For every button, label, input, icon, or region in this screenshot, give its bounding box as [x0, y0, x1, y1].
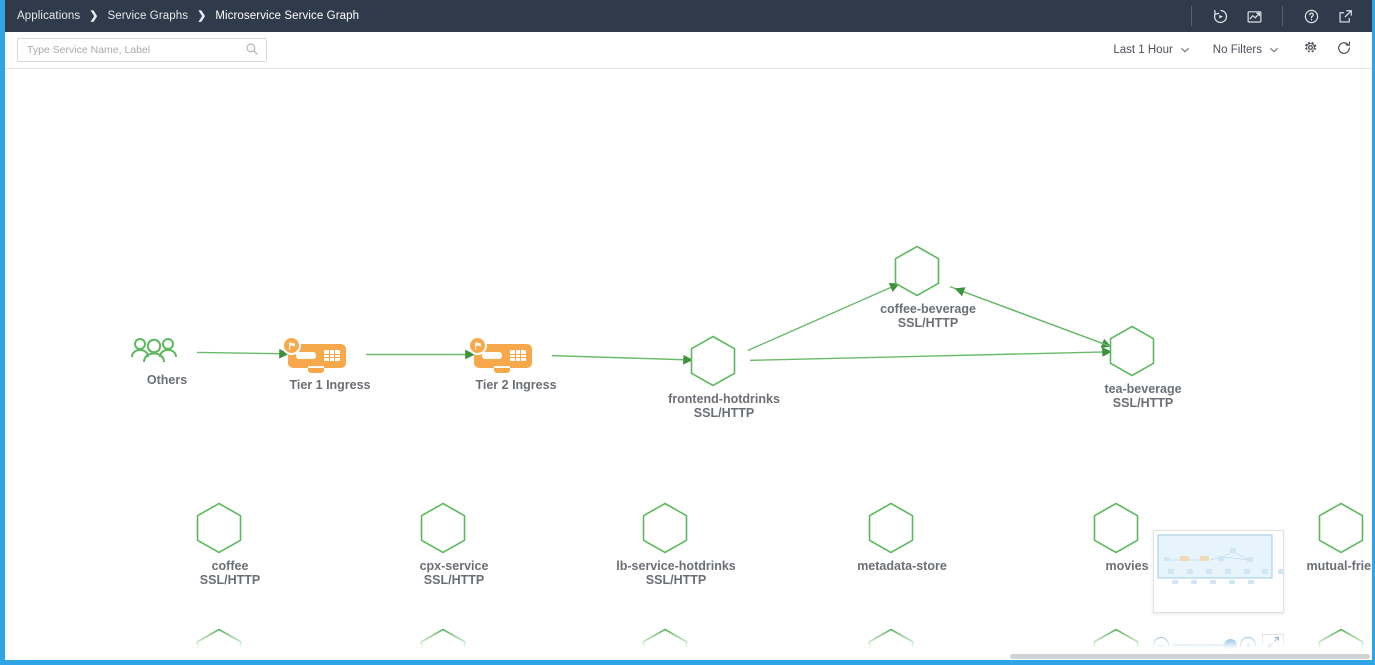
graph-node-label: Others [147, 373, 187, 387]
search-input[interactable] [17, 38, 267, 62]
graph-edge-tea-beverage-to-coffee-beverage [956, 289, 1117, 349]
graph-node-label: tea-beverage [1104, 382, 1181, 396]
hexagon-node-icon [868, 502, 914, 554]
divider [1282, 6, 1283, 26]
top-bar-icon-group [1180, 0, 1362, 32]
time-rewind-icon[interactable] [1210, 6, 1230, 26]
hexagon-node-icon [196, 502, 242, 554]
zoom-out-button[interactable]: − [1153, 637, 1169, 653]
chevron-down-icon [1180, 45, 1189, 54]
filter-toolbar: Last 1 Hour No Filters [5, 32, 1372, 69]
search-icon[interactable] [245, 42, 261, 58]
minimap-preview [1154, 531, 1284, 613]
hexagon-node-icon [894, 245, 940, 297]
breadcrumb-item-microservice-service-graph[interactable]: Microservice Service Graph [215, 10, 359, 22]
hexagon-node-icon [1093, 502, 1139, 554]
ingress-device-icon [282, 336, 346, 370]
graph-edge-frontend-hotdrinks-to-tea-beverage [750, 352, 1111, 361]
toolbar-right-group: Last 1 Hour No Filters [1101, 38, 1358, 62]
graph-node-protocol: SSL/HTTP [646, 573, 706, 587]
graph-node-protocol: SSL/HTTP [424, 573, 484, 587]
service-graph-page: Applications ❯ Service Graphs ❯ Microser… [0, 0, 1375, 665]
breadcrumb-separator-icon: ❯ [80, 11, 107, 22]
open-external-icon[interactable] [1335, 6, 1355, 26]
fit-screen-icon [1267, 636, 1280, 654]
graph-node-label: Tier 1 Ingress [289, 378, 370, 392]
divider [1191, 6, 1192, 26]
graph-node-protocol: SSL/HTTP [898, 316, 958, 330]
hexagon-node-icon [642, 502, 688, 554]
breadcrumb-item-applications[interactable]: Applications [17, 10, 80, 22]
hexagon-node-icon [690, 335, 736, 387]
users-group-icon [128, 336, 180, 368]
zoom-slider-thumb[interactable] [1224, 639, 1237, 652]
graph-node-label: movies [1105, 559, 1148, 573]
ingress-device-icon [282, 336, 346, 373]
graph-node-protocol: SSL/HTTP [1113, 396, 1173, 410]
graph-edge-tier2-ingress-to-frontend-hotdrinks [552, 356, 692, 360]
filters-label: No Filters [1213, 44, 1262, 56]
graph-edge-frontend-hotdrinks-to-coffee-beverage [748, 284, 899, 351]
graph-edge-coffee-beverage-to-tea-beverage [950, 287, 1111, 347]
graph-node-label: mutual-friends- [1307, 559, 1372, 573]
refresh-icon [1336, 40, 1352, 61]
search-field-wrapper [17, 38, 267, 62]
zoom-slider[interactable] [1173, 644, 1236, 647]
settings-button[interactable] [1296, 38, 1324, 62]
hexagon-node-icon [420, 502, 466, 554]
breadcrumb-item-service-graphs[interactable]: Service Graphs [107, 10, 188, 22]
time-range-dropdown[interactable]: Last 1 Hour [1101, 44, 1200, 56]
minimap[interactable] [1153, 530, 1284, 613]
time-range-label: Last 1 Hour [1113, 44, 1172, 56]
graph-node-label: cpx-service [420, 559, 489, 573]
ingress-device-icon [468, 336, 532, 373]
hexagon-node-icon [1109, 325, 1155, 377]
graph-node-label: metadata-store [857, 559, 947, 573]
horizontal-scrollbar-thumb[interactable] [1010, 654, 1370, 659]
graph-node-protocol: SSL/HTTP [694, 406, 754, 420]
filters-dropdown[interactable]: No Filters [1201, 44, 1290, 56]
zoom-in-button[interactable]: + [1240, 637, 1256, 653]
graph-node-label: frontend-hotdrinks [668, 392, 780, 406]
top-navigation-bar: Applications ❯ Service Graphs ❯ Microser… [5, 0, 1372, 32]
chevron-down-icon [1269, 45, 1278, 54]
graph-node-label: Tier 2 Ingress [475, 378, 556, 392]
horizontal-scrollbar[interactable] [5, 653, 1372, 660]
graph-edge-others-to-tier1-ingress [197, 352, 288, 353]
graph-node-label: coffee [212, 559, 249, 573]
hexagon-node-icon [1318, 502, 1364, 554]
breadcrumb-separator-icon: ❯ [188, 11, 215, 22]
gear-icon [1303, 40, 1318, 60]
graph-node-label: lb-service-hotdrinks [616, 559, 735, 573]
refresh-button[interactable] [1330, 38, 1358, 62]
graph-node-label: coffee-beverage [880, 302, 976, 316]
breadcrumb: Applications ❯ Service Graphs ❯ Microser… [17, 10, 1180, 22]
graph-node-protocol: SSL/HTTP [200, 573, 260, 587]
export-chart-icon[interactable] [1244, 6, 1264, 26]
ingress-device-icon [468, 336, 532, 370]
help-icon[interactable] [1301, 6, 1321, 26]
